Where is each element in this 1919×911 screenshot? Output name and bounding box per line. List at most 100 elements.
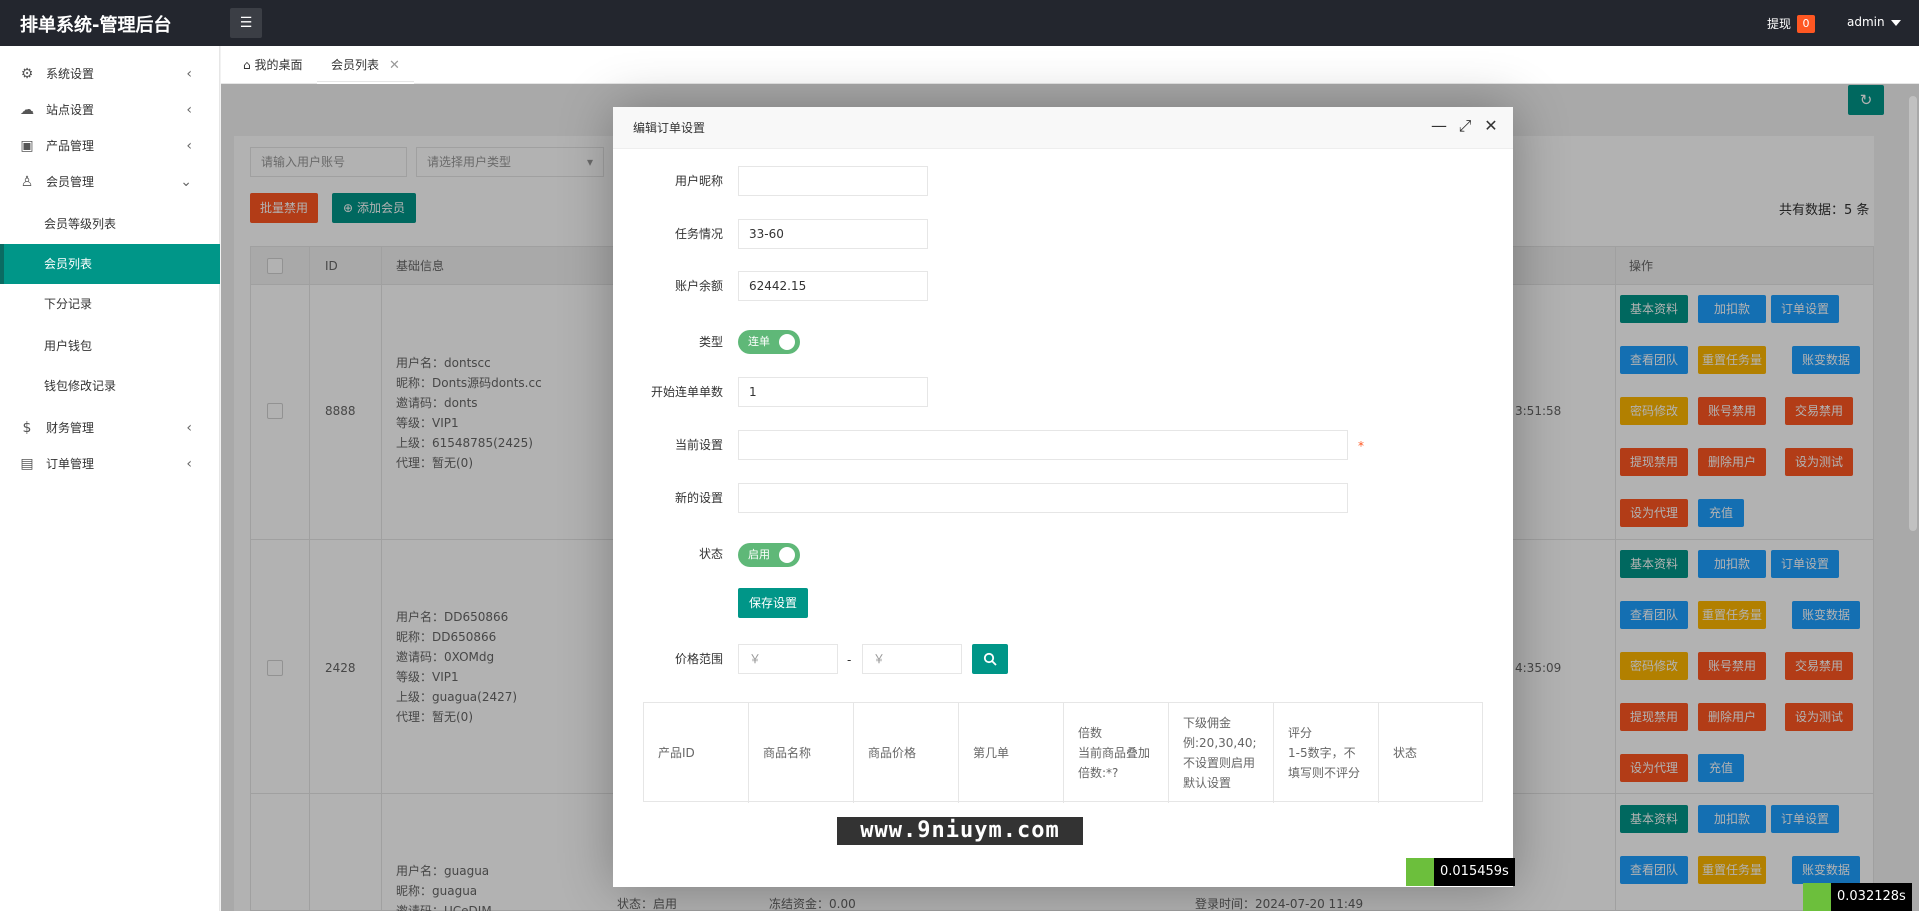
type-toggle[interactable]: 连单 [738, 330, 800, 354]
close-icon[interactable]: ✕ [1481, 116, 1501, 135]
col-label: 1-5数字，不 [1288, 746, 1356, 760]
sidebar-item-label: 订单管理 [46, 457, 95, 471]
col-label: 不设置则启用 [1183, 756, 1256, 770]
type-toggle-label: 连单 [748, 335, 770, 348]
save-settings-button[interactable]: 保存设置 [738, 588, 809, 618]
page-scrollbar[interactable] [1909, 96, 1917, 531]
chevron-left-icon: ‹ [186, 66, 192, 82]
required-mark: * [1358, 439, 1364, 453]
current-settings-input[interactable] [738, 430, 1348, 460]
task-label: 任务情况 [674, 227, 723, 241]
start-count-label: 开始连单单数 [650, 385, 723, 399]
user-name: admin [1847, 15, 1885, 29]
col-label: 例:20,30,40; [1183, 736, 1257, 750]
col-rating: 评分 1-5数字，不 填写则不评分 [1274, 703, 1379, 803]
sidebar-item-site[interactable]: ☁ 站点设置 ‹ [0, 92, 220, 128]
col-product-price: 商品价格 [854, 703, 959, 803]
balance-label: 账户余额 [674, 279, 723, 293]
sidebar-item-label: 产品管理 [46, 139, 95, 153]
sidebar-sub-user-wallet[interactable]: 用户钱包 [0, 326, 220, 366]
tab-label: 我的桌面 [254, 58, 303, 72]
sidebar-sub-member-level[interactable]: 会员等级列表 [0, 204, 220, 244]
price-range-label: 价格范围 [674, 652, 723, 666]
chevron-down-icon: ⌄ [180, 174, 192, 190]
price-separator: - [847, 653, 852, 667]
sidebar: ⚙ 系统设置 ‹ ☁ 站点设置 ‹ ▣ 产品管理 ‹ ♙ 会员管理 ⌄ 会员等级… [0, 46, 220, 911]
dialog-title: 编辑订单设置 [633, 121, 706, 135]
withdraw-link[interactable]: 提现 [1767, 15, 1791, 32]
box-icon: ▤ [20, 456, 34, 472]
tab-bar: ⌂ 我的桌面 会员列表 ✕ [221, 46, 1919, 84]
toggle-knob [779, 547, 795, 563]
maximize-icon[interactable]: ⤢ [1455, 116, 1475, 136]
timer-logo-icon [1406, 858, 1434, 886]
render-timer: 0.015459s [1434, 858, 1515, 886]
sidebar-item-finance[interactable]: $ 财务管理 ‹ [0, 410, 220, 446]
close-icon[interactable]: ✕ [389, 58, 400, 73]
sidebar-item-order[interactable]: ▤ 订单管理 ‹ [0, 446, 220, 482]
withdraw-count-badge: 0 [1797, 15, 1815, 33]
nickname-label: 用户昵称 [674, 174, 723, 188]
new-settings-input[interactable] [738, 483, 1348, 513]
sidebar-item-member[interactable]: ♙ 会员管理 ⌄ [0, 164, 220, 200]
chevron-left-icon: ‹ [186, 102, 192, 118]
cube-icon: ▣ [20, 138, 34, 154]
col-label: 当前商品叠加 [1078, 746, 1151, 760]
col-product-name: 商品名称 [749, 703, 854, 803]
price-max-input[interactable]: ￥ [862, 644, 962, 674]
dollar-icon: $ [22, 420, 32, 436]
type-label: 类型 [698, 335, 723, 349]
edit-order-settings-dialog: 编辑订单设置 — ⤢ ✕ 用户昵称 任务情况 33-60 账户余额 62442.… [613, 107, 1513, 887]
col-label: 默认设置 [1183, 776, 1232, 790]
home-icon: ⌂ [243, 58, 251, 72]
watermark-banner: www.9niuym.com [835, 815, 1085, 847]
minimize-icon[interactable]: — [1429, 116, 1449, 135]
timer-logo-icon [1803, 883, 1831, 911]
app-title: 排单系统-管理后台 [20, 15, 172, 36]
user-menu[interactable]: admin [1847, 15, 1901, 29]
sidebar-item-label: 站点设置 [46, 103, 95, 117]
sidebar-item-product[interactable]: ▣ 产品管理 ‹ [0, 128, 220, 164]
chevron-left-icon: ‹ [186, 420, 192, 436]
col-label: 状态 [1393, 746, 1418, 760]
sidebar-sub-wallet-log[interactable]: 钱包修改记录 [0, 366, 220, 406]
chevron-left-icon: ‹ [186, 456, 192, 472]
chevron-left-icon: ‹ [186, 138, 192, 154]
start-count-input[interactable]: 1 [738, 377, 928, 407]
menu-toggle-icon[interactable]: ☰ [230, 8, 262, 38]
tab-label: 会员列表 [331, 58, 380, 72]
col-label: 产品ID [658, 746, 695, 760]
sidebar-item-system[interactable]: ⚙ 系统设置 ‹ [0, 56, 220, 92]
dialog-header: 编辑订单设置 — ⤢ ✕ [613, 107, 1513, 149]
task-input[interactable]: 33-60 [738, 219, 928, 249]
price-min-input[interactable]: ￥ [738, 644, 838, 674]
search-icon[interactable] [972, 644, 1008, 674]
gear-icon: ⚙ [20, 66, 34, 82]
col-label: 评分 [1288, 726, 1313, 740]
col-status: 状态 [1379, 703, 1482, 803]
sidebar-item-label: 财务管理 [46, 421, 95, 435]
balance-input[interactable]: 62442.15 [738, 271, 928, 301]
tab-member-list[interactable]: 会员列表 ✕ [317, 46, 414, 84]
col-label: 下级佣金 [1183, 716, 1232, 730]
col-order-index: 第几单 [959, 703, 1064, 803]
site-icon: ☁ [20, 102, 34, 118]
user-icon: ♙ [20, 174, 34, 190]
page-timer: 0.032128s [1831, 883, 1912, 911]
col-label: 倍数 [1078, 726, 1103, 740]
col-label: 商品名称 [763, 746, 812, 760]
status-label: 状态 [698, 547, 723, 561]
tab-desktop[interactable]: ⌂ 我的桌面 [229, 46, 316, 84]
nickname-input[interactable] [738, 166, 928, 196]
new-settings-label: 新的设置 [674, 491, 723, 505]
caret-down-icon [1890, 19, 1901, 26]
col-label: 商品价格 [868, 746, 917, 760]
status-toggle[interactable]: 启用 [738, 543, 800, 567]
col-commission: 下级佣金例:20,30,40; 不设置则启用 默认设置 [1169, 703, 1274, 803]
sidebar-sub-down-record[interactable]: 下分记录 [0, 284, 220, 324]
toggle-knob [779, 334, 795, 350]
sidebar-sub-member-list[interactable]: 会员列表 [0, 244, 220, 284]
status-toggle-label: 启用 [748, 548, 770, 561]
col-label: 第几单 [973, 746, 1010, 760]
current-settings-label: 当前设置 [674, 438, 723, 452]
